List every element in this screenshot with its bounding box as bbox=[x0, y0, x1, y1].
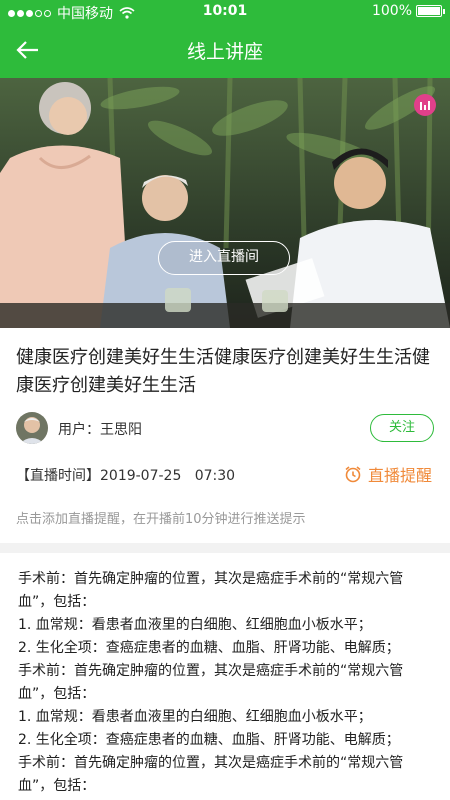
follow-button[interactable]: 关注 bbox=[370, 414, 434, 442]
reminder-hint: 点击添加直播提醒，在开播前10分钟进行推送提示 bbox=[16, 512, 306, 527]
section-divider bbox=[0, 543, 450, 553]
alarm-clock-icon bbox=[345, 466, 361, 483]
user-name-label: 用户：王思阳 bbox=[58, 419, 142, 439]
user-prefix: 用户： bbox=[58, 422, 100, 438]
description-line: 血”，包括： bbox=[18, 778, 96, 794]
enter-live-room-button[interactable]: 进入直播间 bbox=[158, 241, 290, 275]
description-line: 手术前：首先确定肿瘤的位置，其次是癌症手术前的“常规六管 bbox=[18, 571, 404, 587]
description-line: 1. 血常规：看患者血液里的白细胞、红细胞血小板水平； bbox=[18, 617, 372, 633]
live-time-value: 2019-07-25 07:30 bbox=[100, 468, 236, 484]
user-row: 用户：王思阳 关注 bbox=[16, 410, 434, 446]
battery-icon bbox=[416, 5, 445, 17]
live-time: 【直播时间】2019-07-25 07:30 bbox=[16, 465, 235, 485]
live-time-label: 【直播时间】 bbox=[16, 468, 100, 484]
hero-banner[interactable]: 进入直播间 bbox=[0, 78, 450, 328]
description-line: 手术前：首先确定肿瘤的位置，其次是癌症手术前的“常规六管 bbox=[18, 663, 404, 679]
description-line: 手术前：首先确定肿瘤的位置，其次是癌症手术前的“常规六管 bbox=[18, 755, 404, 771]
status-right: 100% bbox=[371, 3, 445, 19]
hero-photo bbox=[0, 78, 450, 328]
live-time-row: 【直播时间】2019-07-25 07:30 直播提醒 bbox=[16, 462, 434, 486]
description-line: 血”，包括： bbox=[18, 594, 96, 610]
battery-percent: 100% bbox=[371, 3, 412, 19]
description-line: 1. 血常规：看患者血液里的白细胞、红细胞血小板水平； bbox=[18, 709, 372, 725]
description-line: 血”，包括： bbox=[18, 686, 96, 702]
lecture-headline: 健康医疗创建美好生生活健康医疗创建美好生生活健康医疗创建美好生生活 bbox=[16, 347, 430, 396]
live-bars-icon bbox=[414, 94, 436, 116]
live-reminder-label: 直播提醒 bbox=[367, 466, 432, 485]
page-title: 线上讲座 bbox=[186, 41, 263, 63]
avatar[interactable] bbox=[16, 412, 48, 444]
nav-bar: 线上讲座 bbox=[0, 22, 450, 78]
user-name: 王思阳 bbox=[100, 422, 142, 438]
lecture-description: 手术前：首先确定肿瘤的位置，其次是癌症手术前的“常规六管 血”，包括： 1. 血… bbox=[18, 568, 432, 798]
status-bar: 中国移动 10:01 100% bbox=[0, 0, 450, 22]
description-line: 2. 生化全项：查癌症患者的血糖、血脂、肝肾功能、电解质； bbox=[18, 732, 400, 748]
live-reminder-button[interactable]: 直播提醒 bbox=[344, 462, 432, 486]
description-line: 2. 生化全项：查癌症患者的血糖、血脂、肝肾功能、电解质； bbox=[18, 640, 400, 656]
